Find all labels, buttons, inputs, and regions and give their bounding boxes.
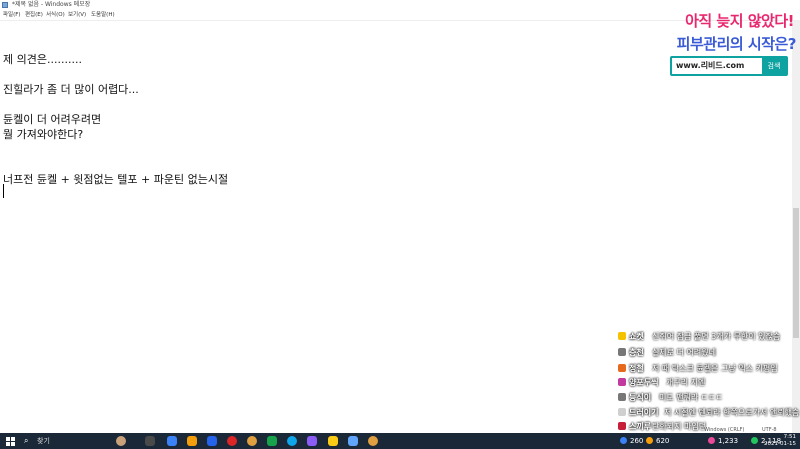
app-icon[interactable] [207,436,217,446]
viewer-icon [751,437,758,444]
viewer-stat: 1,233 [708,436,738,447]
cortana-avatar-icon[interactable] [116,436,126,446]
notepad-icon[interactable] [348,436,358,446]
chat-username: 드러이기 [629,408,659,417]
edge-icon[interactable] [287,436,297,446]
menu-help[interactable]: 도움말(H) [91,10,115,20]
menu-format[interactable]: 서식(O) [46,10,65,20]
chat-text: 실제로 더 어려웠네 [652,348,716,357]
system-clock[interactable]: 7:51 2021-01-15 [764,434,796,448]
chat-badge-icon [618,348,626,356]
clock-date: 2021-01-15 [764,441,796,447]
ad-search-box: www.리비드.com 검색 [670,56,788,76]
chat-badge-icon [618,422,626,430]
ad-overlay: 아직 늦지 않았다! 피부관리의 시작은? www.리비드.com 검색 [658,8,800,78]
app-icon[interactable] [307,436,317,446]
chat-text: 저 때 탁스크 듄켈은 그냥 익스 키평임 [652,364,778,373]
chat-username: 스끼루 [629,422,652,431]
viewer-icon [646,437,653,444]
chat-username: 등식이 [629,393,652,402]
ad-headline: 아직 늦지 않았다! [685,12,794,30]
menu-view[interactable]: 보기(V) [68,10,86,20]
app-icon[interactable] [368,436,378,446]
viewer-stat: 620 [646,436,669,447]
editor-line: 진힐라가 좀 더 많이 어렵다... [3,83,139,96]
taskview-icon[interactable] [145,436,155,446]
clock-time: 7:51 [783,434,796,440]
windows-start-icon[interactable] [6,437,15,446]
text-caret [3,184,4,198]
chat-username: 양포두씩 [629,378,659,387]
chat-badge-icon [618,332,626,340]
search-icon[interactable]: ⌕ [24,436,28,446]
chat-username: 쇼켓 [629,332,644,341]
chat-overlay: 쇼켓 신쥐어 잠금 풀면 3개가 무한이 있잖슴 층천 실제로 더 어려웠네 정… [616,318,800,434]
chat-badge-icon [618,393,626,401]
chat-text: 신쥐어 잠금 풀면 3개가 무한이 있잖슴 [652,332,781,341]
editor-line: 듄켈이 더 어려우려면 [3,113,102,126]
editor-line: 뭘 가져와야한다? [3,128,84,141]
chat-text: 미도 맨뤄라 ㄷㄷㄷ [659,393,723,402]
taskbar: ⌕ 찾기 260 620 1,233 2,118 7:51 2021-01-15 [0,433,800,449]
app-icon[interactable] [267,436,277,446]
menu-file[interactable]: 파일(F) [3,10,21,20]
chat-badge-icon [618,378,626,386]
app-icon[interactable] [227,436,237,446]
notepad-icon [2,2,8,8]
chat-text: 탄화되지 마입던 [652,422,707,431]
kakao-icon[interactable] [328,436,338,446]
chat-badge-icon [618,408,626,416]
chat-badge-icon [618,364,626,372]
ad-subheadline: 피부관리의 시작은? [676,35,797,53]
app-icon[interactable] [167,436,177,446]
folder-icon[interactable] [187,436,197,446]
taskbar-search[interactable]: 찾기 [37,433,50,449]
chat-username: 층천 [629,348,644,357]
chat-text: 저 시절엔 텐뢰라 한쪽으로가서 앤뢰했슴 [664,408,800,417]
ad-search-button: 검색 [762,58,786,74]
viewer-icon [620,437,627,444]
app-icon[interactable] [247,436,257,446]
chat-username: 정철 [629,364,644,373]
editor-line: 제 의견은.......... [3,53,82,66]
editor-line: 너프전 듄켈 + 윗점없는 텔포 + 파운틴 없는시절 [3,173,229,186]
ad-url: www.리비드.com [676,61,745,70]
menu-edit[interactable]: 편집(E) [25,10,43,20]
window-title: *제목 없음 - Windows 메모장 [12,1,91,8]
viewer-stat: 260 [620,436,643,447]
chat-text: 개구리 지엔 [666,378,706,387]
viewer-icon [708,437,715,444]
